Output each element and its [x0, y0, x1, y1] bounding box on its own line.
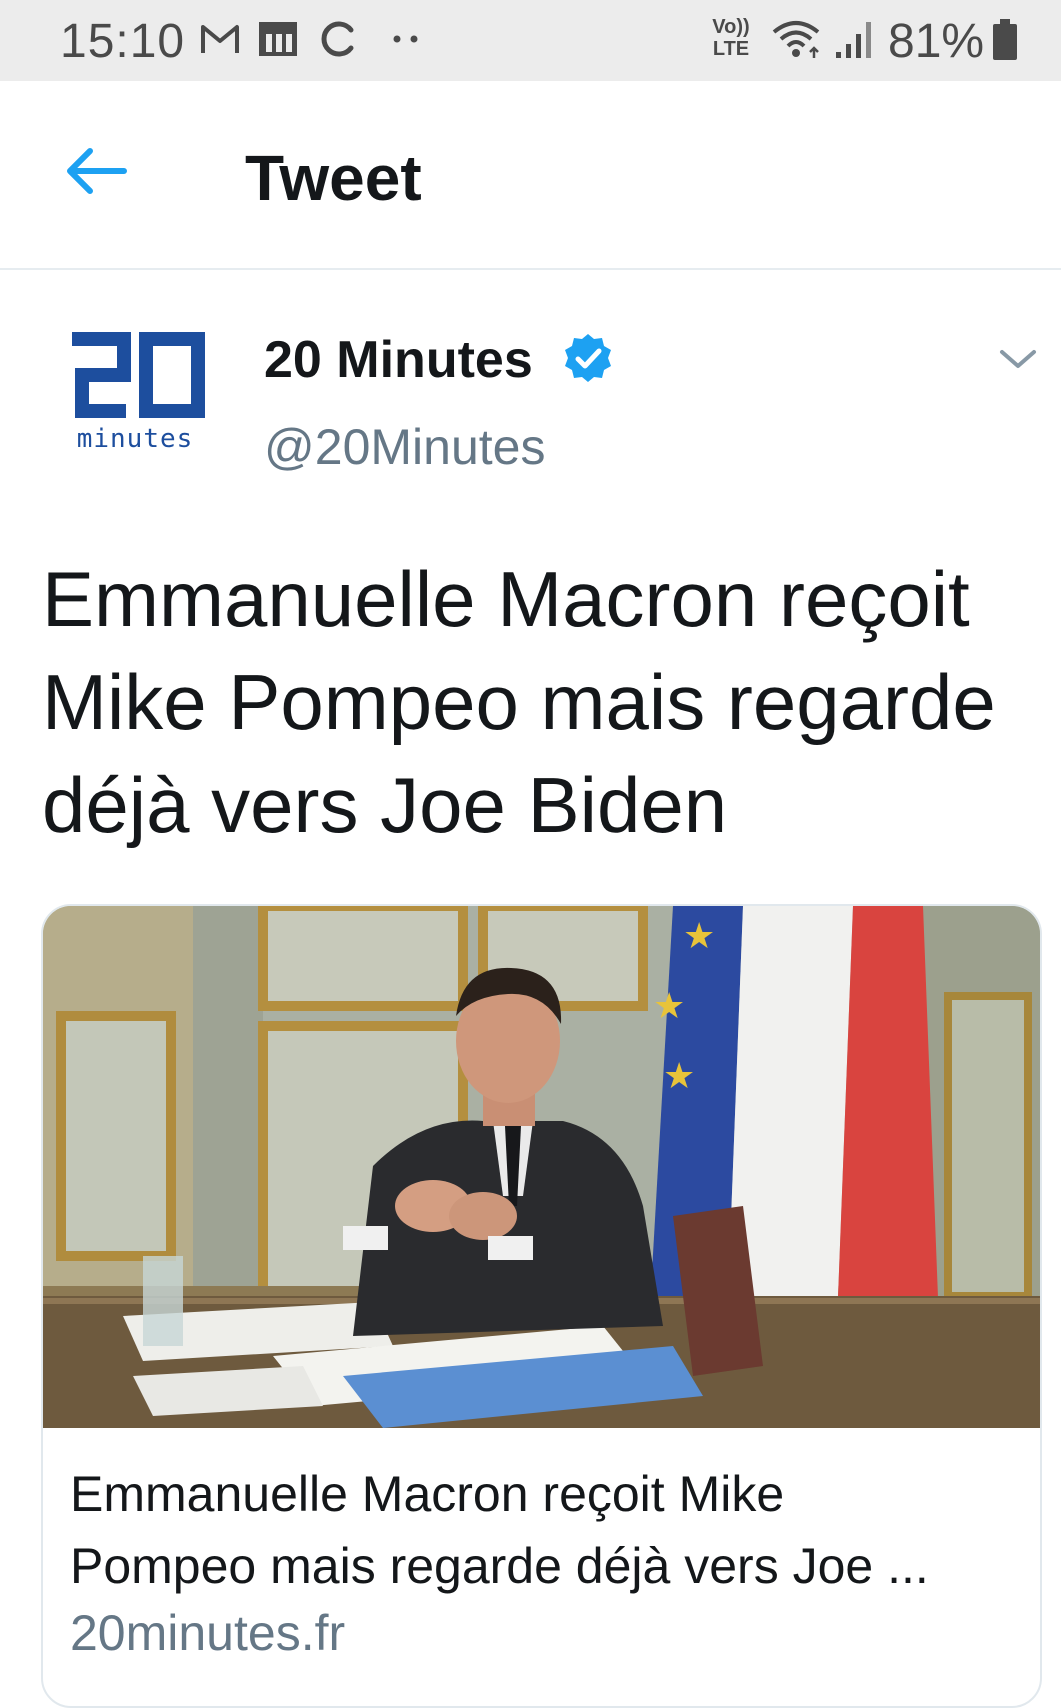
- card-title-line-2: Pompeo mais regarde déjà vers Joe ...: [70, 1538, 929, 1594]
- card-title-line-1: Emmanuelle Macron reçoit Mike: [70, 1466, 785, 1522]
- verified-badge-icon: [565, 334, 611, 382]
- signal-icon: [836, 22, 871, 58]
- avatar-logo-sub: minutes: [77, 424, 194, 454]
- author-handle[interactable]: @20Minutes: [264, 418, 545, 476]
- sync-icon: [321, 21, 354, 57]
- battery-icon: [993, 19, 1017, 60]
- author-name[interactable]: 20 Minutes: [264, 330, 533, 390]
- top-app-bar: Tweet: [0, 81, 1061, 270]
- svg-text:★: ★: [663, 1056, 695, 1097]
- svg-text:★: ★: [653, 986, 685, 1027]
- battery-percent: 81%: [888, 15, 985, 68]
- card-image: ★ ★ ★: [43, 906, 1040, 1428]
- news-icon: [259, 22, 297, 56]
- page-title: Tweet: [245, 142, 422, 214]
- volte-icon: Vo)) LTE: [712, 16, 750, 60]
- wifi-icon: [772, 21, 820, 58]
- link-card[interactable]: ★ ★ ★ Emmanuelle Macron reçoit Mike Pomp…: [41, 904, 1042, 1708]
- arrow-left-icon[interactable]: [60, 141, 130, 201]
- more-dots-icon: [393, 35, 418, 43]
- card-title[interactable]: Emmanuelle Macron reçoit Mike Pompeo mai…: [70, 1458, 1020, 1602]
- chevron-down-icon[interactable]: [998, 344, 1038, 374]
- svg-text:★: ★: [683, 916, 715, 957]
- gmail-icon: [201, 25, 239, 53]
- status-bar: 15:10 Vo)) LTE 81%: [0, 0, 1061, 81]
- card-domain[interactable]: 20minutes.fr: [70, 1604, 345, 1662]
- tweet-text: Emmanuelle Macron reçoit Mike Pompeo mai…: [42, 555, 996, 849]
- status-time: 15:10: [60, 15, 186, 68]
- avatar[interactable]: minutes: [60, 325, 210, 475]
